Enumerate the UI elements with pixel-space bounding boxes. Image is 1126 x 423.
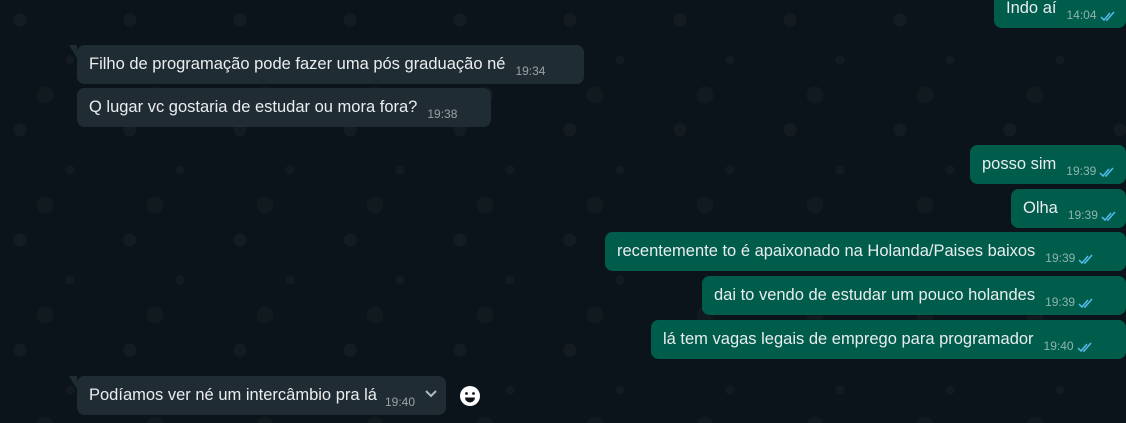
message-text: posso sim — [982, 155, 1057, 173]
message-meta: 19:38 — [427, 107, 457, 121]
message-meta: 19:39 — [1045, 295, 1094, 309]
double-check-icon — [1099, 11, 1116, 22]
message-time: 19:40 — [384, 395, 415, 409]
outgoing-message[interactable]: dai to vendo de estudar um pouco holande… — [702, 276, 1126, 315]
double-check-icon — [1101, 211, 1117, 222]
message-meta: 19:40 — [1044, 339, 1093, 353]
message-time: 19:39 — [1045, 295, 1076, 309]
message-time: 19:34 — [515, 64, 546, 78]
outgoing-message[interactable]: Indo aí 14:04 — [994, 0, 1126, 28]
message-text: lá tem vagas legais de emprego para prog… — [663, 330, 1034, 348]
outgoing-message[interactable]: lá tem vagas legais de emprego para prog… — [651, 320, 1126, 359]
message-meta: 19:39 — [1045, 251, 1094, 265]
message-time: 19:38 — [427, 107, 458, 121]
message-time: 19:39 — [1066, 164, 1097, 178]
incoming-message[interactable]: Podíamos ver né um intercâmbio pra lá 19… — [69, 376, 446, 415]
message-text: Q lugar vc gostaria de estudar ou mora f… — [89, 98, 418, 116]
chevron-down-icon[interactable] — [424, 389, 438, 399]
message-time: 19:39 — [1045, 251, 1076, 265]
message-text: dai to vendo de estudar um pouco holande… — [714, 286, 1036, 304]
message-meta: 14:04 — [1066, 8, 1115, 22]
message-time: 19:39 — [1067, 208, 1098, 222]
message-meta: 19:39 — [1066, 164, 1115, 178]
outgoing-message[interactable]: posso sim 19:39 — [970, 145, 1126, 184]
message-text: Olha — [1023, 199, 1058, 217]
double-check-icon — [1077, 342, 1093, 353]
message-meta: 19:34 — [515, 64, 545, 78]
message-text: Indo aí — [1006, 0, 1057, 17]
outgoing-message[interactable]: recentemente to é apaixonado na Holanda/… — [605, 232, 1126, 271]
message-text: Podíamos ver né um intercâmbio pra lá — [89, 386, 377, 404]
message-time: 14:04 — [1066, 8, 1097, 22]
emoji-icon[interactable] — [457, 383, 483, 409]
message-meta: 19:39 — [1068, 208, 1117, 222]
message-text: recentemente to é apaixonado na Holanda/… — [617, 242, 1036, 260]
message-time: 19:40 — [1043, 339, 1074, 353]
incoming-message[interactable]: Q lugar vc gostaria de estudar ou mora f… — [77, 88, 491, 127]
message-meta: 19:40 — [385, 395, 415, 409]
outgoing-message[interactable]: Olha 19:39 — [1011, 189, 1126, 228]
double-check-icon — [1078, 298, 1094, 309]
incoming-message[interactable]: Filho de programação pode fazer uma pós … — [69, 45, 584, 84]
message-text: Filho de programação pode fazer uma pós … — [89, 55, 506, 73]
double-check-icon — [1099, 167, 1115, 178]
double-check-icon — [1078, 254, 1094, 265]
